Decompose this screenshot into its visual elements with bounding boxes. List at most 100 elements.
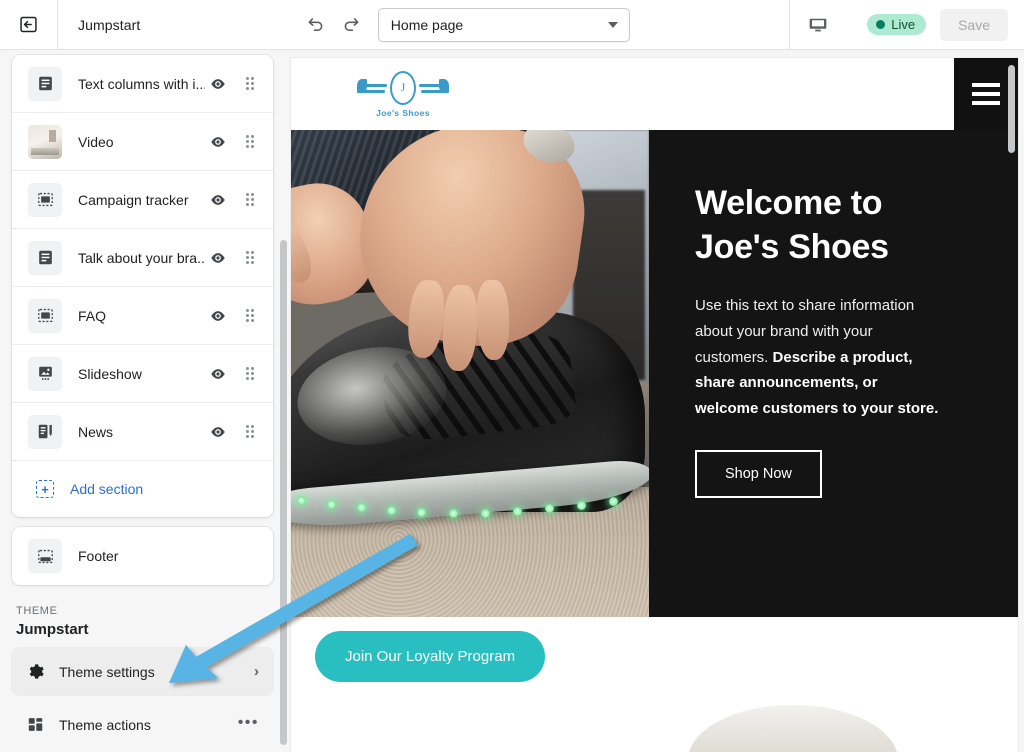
- chevron-down-icon: [607, 21, 618, 28]
- theme-settings-label: Theme settings: [59, 663, 155, 680]
- theme-actions-row[interactable]: Theme actions •••: [12, 701, 273, 748]
- sidebar-section-label: News: [78, 423, 114, 440]
- eye-icon: [211, 194, 225, 205]
- sidebar-section-talk-about-brand[interactable]: Talk about your bra...: [12, 229, 273, 287]
- footer-icon: [28, 539, 62, 573]
- promo-shoe-image: [688, 705, 898, 752]
- eye-icon: [211, 78, 225, 89]
- eye-icon: [211, 426, 225, 437]
- drag-handle-icon[interactable]: [237, 129, 263, 155]
- toggle-visibility-button[interactable]: [205, 187, 231, 213]
- toggle-visibility-button[interactable]: [205, 419, 231, 445]
- site-logo[interactable]: J Joe's Shoes: [348, 70, 458, 118]
- hero-paragraph: Use this text to share information about…: [695, 293, 945, 422]
- eye-icon: [211, 252, 225, 263]
- text-columns-icon: [28, 66, 62, 101]
- winged-j-logo-icon: J: [357, 70, 449, 105]
- preview-pane: J Joe's Shoes Welcome to Joe's Shoes Use…: [285, 50, 1024, 752]
- sidebar-section-label: Campaign tracker: [78, 191, 189, 208]
- drag-handle-icon[interactable]: [237, 71, 263, 97]
- sidebar-section-label: Video: [78, 133, 114, 150]
- logo-letter: J: [400, 80, 406, 94]
- video-thumbnail-icon: [28, 124, 62, 159]
- sidebar-section-label: Text columns with i...: [78, 75, 205, 92]
- add-section-label: Add section: [70, 481, 144, 497]
- toggle-visibility-button[interactable]: [205, 71, 231, 97]
- sidebar-section-label: Footer: [78, 548, 119, 564]
- toggle-visibility-button[interactable]: [205, 245, 231, 271]
- layout-blocks-icon: [28, 718, 43, 731]
- drag-handle-icon[interactable]: [237, 419, 263, 445]
- logo-text: Joe's Shoes: [376, 107, 430, 118]
- hero-section: Welcome to Joe's Shoes Use this text to …: [291, 130, 1018, 617]
- hero-image: [291, 130, 649, 617]
- theme-heading-block: THEME Jumpstart: [0, 585, 285, 642]
- promo-section: Join Our Loyalty Program: [291, 617, 1018, 752]
- sidebar-section-footer[interactable]: Footer: [12, 527, 273, 585]
- shop-now-button[interactable]: Shop Now: [695, 450, 822, 499]
- theme-kicker: THEME: [16, 605, 58, 617]
- redo-icon: [344, 18, 359, 31]
- shop-title: Jumpstart: [78, 16, 141, 33]
- storefront-preview: J Joe's Shoes Welcome to Joe's Shoes Use…: [291, 58, 1018, 752]
- top-toolbar-right: Live Save: [789, 0, 1024, 49]
- history-controls: [300, 9, 378, 41]
- status-dot-icon: [876, 20, 886, 29]
- image-slideshow-icon: [28, 356, 62, 391]
- loyalty-program-button[interactable]: Join Our Loyalty Program: [315, 631, 546, 682]
- hero-heading-line-2: Joe's Shoes: [695, 227, 889, 266]
- sidebar-section-slideshow[interactable]: Slideshow: [12, 345, 273, 403]
- campaign-banner-icon: [28, 182, 62, 217]
- device-preview-button[interactable]: [789, 0, 845, 49]
- redo-button[interactable]: [336, 9, 368, 41]
- plus-dashed-icon: +: [36, 480, 54, 498]
- sidebar-section-text-columns[interactable]: Text columns with i...: [12, 55, 273, 113]
- toggle-visibility-button[interactable]: [205, 361, 231, 387]
- page-selector[interactable]: Home page: [377, 7, 630, 42]
- footer-card: Footer: [12, 527, 273, 585]
- hero-heading-line-1: Welcome to: [695, 184, 883, 222]
- hero-content: Welcome to Joe's Shoes Use this text to …: [649, 130, 1018, 617]
- sidebar-section-label: Slideshow: [78, 365, 142, 382]
- drag-handle-icon[interactable]: [237, 303, 263, 329]
- theme-actions-label: Theme actions: [59, 716, 151, 733]
- eye-icon: [211, 310, 225, 321]
- sidebar-section-video[interactable]: Video: [12, 113, 273, 171]
- preview-scrollbar[interactable]: [1008, 65, 1015, 153]
- theme-settings-row[interactable]: Theme settings ›: [12, 648, 273, 695]
- desktop-icon: [809, 18, 827, 31]
- add-section-button[interactable]: + Add section: [12, 461, 273, 517]
- exit-editor-button[interactable]: [0, 0, 58, 49]
- sidebar-section-label: FAQ: [78, 307, 107, 324]
- status-badge-label: Live: [891, 17, 916, 32]
- theme-name: Jumpstart: [16, 621, 89, 638]
- undo-button[interactable]: [300, 9, 332, 41]
- toggle-visibility-button[interactable]: [205, 303, 231, 329]
- sidebar-section-faq[interactable]: FAQ: [12, 287, 273, 345]
- status-badge: Live: [867, 14, 927, 35]
- exit-arrow-icon: [20, 16, 37, 33]
- drag-handle-icon[interactable]: [237, 361, 263, 387]
- sidebar-section-campaign-tracker[interactable]: Campaign tracker: [12, 171, 273, 229]
- toggle-visibility-button[interactable]: [205, 129, 231, 155]
- undo-icon: [308, 18, 323, 31]
- page-selector-value: Home page: [390, 16, 464, 33]
- sections-sidebar: Text columns with i... Video Campaign tr…: [0, 50, 285, 752]
- top-toolbar: Jumpstart Home page Live Save: [0, 0, 1024, 50]
- campaign-banner-icon: [28, 298, 62, 333]
- save-button[interactable]: Save: [940, 8, 1008, 41]
- drag-handle-icon[interactable]: [237, 245, 263, 271]
- eye-icon: [211, 368, 225, 379]
- ellipsis-icon[interactable]: •••: [238, 714, 259, 730]
- chevron-right-icon: ›: [254, 663, 259, 680]
- text-columns-icon: [28, 240, 62, 275]
- gear-icon: [29, 664, 44, 679]
- site-header: J Joe's Shoes: [291, 58, 1018, 130]
- hero-heading: Welcome to Joe's Shoes: [695, 182, 976, 269]
- sidebar-section-news[interactable]: News: [12, 403, 273, 461]
- drag-handle-icon[interactable]: [237, 187, 263, 213]
- sections-card: Text columns with i... Video Campaign tr…: [12, 55, 273, 517]
- sidebar-scrollbar[interactable]: [280, 240, 287, 745]
- eye-icon: [211, 136, 225, 147]
- sidebar-section-label: Talk about your bra...: [78, 249, 205, 266]
